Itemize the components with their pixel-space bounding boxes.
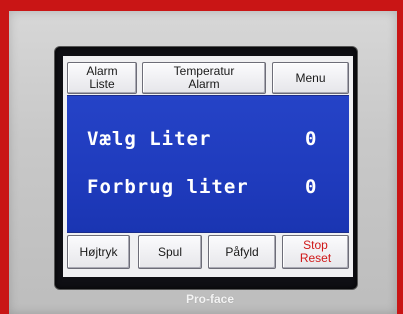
temperature-alarm-button[interactable]: Temperatur Alarm — [142, 62, 266, 94]
alarm-list-label-line2: Liste — [89, 77, 115, 91]
reset-label: Reset — [299, 251, 332, 265]
flush-button[interactable]: Spul — [138, 235, 202, 269]
menu-button[interactable]: Menu — [272, 62, 349, 94]
consumed-liters-value: 0 — [305, 176, 318, 198]
high-pressure-button[interactable]: Højtryk — [67, 235, 130, 269]
menu-label: Menu — [295, 70, 326, 85]
flush-label: Spul — [157, 244, 183, 259]
high-pressure-label: Højtryk — [79, 244, 118, 259]
selected-liters-label: Vælg Liter — [87, 128, 212, 150]
consumed-liters-label: Forbrug liter — [87, 176, 249, 198]
alarm-list-button[interactable]: Alarm Liste — [67, 62, 137, 94]
temperature-alarm-label-line2: Alarm — [188, 77, 220, 91]
fill-label: Påfyld — [225, 244, 259, 259]
fill-button[interactable]: Påfyld — [208, 235, 276, 269]
hmi-screen: Alarm Liste Temperatur Alarm Menu Vælg L… — [63, 56, 353, 277]
brand-logo: Pro-face — [185, 292, 235, 306]
selected-liters-value: 0 — [305, 128, 318, 150]
stop-reset-button[interactable]: Stop Reset — [282, 235, 349, 269]
readout-display: Vælg Liter 0 Forbrug liter 0 — [67, 95, 349, 233]
